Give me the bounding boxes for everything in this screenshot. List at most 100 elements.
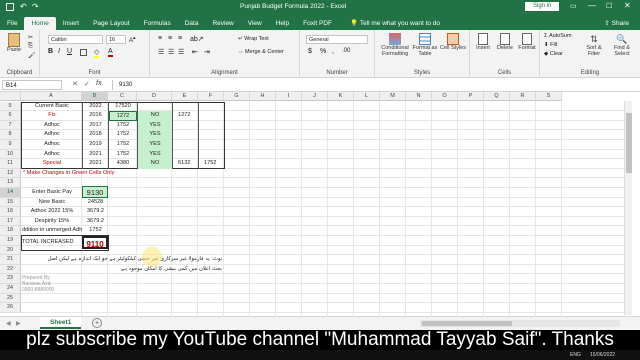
- cell-a11[interactable]: Special: [22, 159, 82, 169]
- conditional-formatting-button[interactable]: Conditional Formatting: [379, 33, 411, 57]
- cell-b7[interactable]: 2017: [83, 121, 108, 131]
- align-middle-icon[interactable]: ≡: [168, 35, 172, 42]
- cell-a17[interactable]: Despirity 15%: [22, 217, 82, 227]
- format-cells-button[interactable]: Format: [516, 33, 538, 51]
- horizontal-scrollbar[interactable]: [420, 320, 620, 327]
- cell-b17[interactable]: 3679.2: [83, 217, 108, 227]
- column-header-f[interactable]: F: [198, 92, 224, 101]
- tab-insert[interactable]: Insert: [56, 17, 86, 30]
- column-header-l[interactable]: L: [354, 92, 380, 101]
- font-color-icon[interactable]: A: [108, 48, 113, 57]
- row-header-12[interactable]: 12: [0, 168, 21, 179]
- comma-icon[interactable]: ,: [332, 48, 334, 55]
- cell-styles-button[interactable]: Cell Styles: [439, 33, 467, 51]
- cell-b15[interactable]: 24528: [83, 198, 108, 208]
- row-header-14[interactable]: 14: [0, 188, 21, 198]
- row-header-22[interactable]: 22: [0, 264, 21, 275]
- tab-formulas[interactable]: Formulas: [137, 17, 178, 30]
- row-header-25[interactable]: 25: [0, 293, 21, 304]
- column-header-o[interactable]: O: [432, 92, 458, 101]
- row-header-18[interactable]: 18: [0, 226, 21, 236]
- tab-foxit-pdf[interactable]: Foxit PDF: [296, 17, 339, 30]
- share-button[interactable]: ⇧ Share: [597, 17, 636, 30]
- cell-d11[interactable]: NO: [138, 159, 172, 169]
- column-header-m[interactable]: M: [380, 92, 406, 101]
- name-box[interactable]: B14: [2, 80, 62, 90]
- cell-b6[interactable]: 2016: [83, 111, 108, 121]
- clear-button[interactable]: ◆ Clear: [544, 51, 563, 57]
- minimize-icon[interactable]: —: [588, 1, 596, 10]
- cell-c8[interactable]: 1752: [109, 130, 137, 140]
- tab-data[interactable]: Data: [178, 17, 206, 30]
- row-header-21[interactable]: 21: [0, 255, 21, 265]
- row-header-13[interactable]: 13: [0, 178, 21, 188]
- cell-a5[interactable]: Current Basic: [22, 102, 82, 112]
- column-header-b[interactable]: B: [82, 92, 108, 101]
- row-header-15[interactable]: 15: [0, 197, 21, 208]
- column-header-h[interactable]: H: [250, 92, 276, 101]
- copy-icon[interactable]: ⎘: [28, 43, 33, 50]
- column-header-g[interactable]: G: [224, 92, 250, 101]
- cell-a12[interactable]: * Make Changes in Green Cells Only: [23, 169, 114, 179]
- tab-help[interactable]: Help: [269, 17, 296, 30]
- insert-function-icon[interactable]: fx: [96, 80, 101, 87]
- worksheet-grid[interactable]: ABCDEFGHIJKLMNOPQRS 5 6 7 8 9 10 11 12 13 14 15 16 1…: [0, 92, 632, 316]
- cell-e11[interactable]: 6132: [178, 159, 198, 169]
- signin-button[interactable]: Sign in: [525, 2, 560, 11]
- insert-cells-button[interactable]: Insert: [472, 33, 494, 51]
- maximize-icon[interactable]: ☐: [606, 2, 612, 10]
- undo-icon[interactable]: ↶: [20, 2, 27, 11]
- currency-icon[interactable]: $: [308, 48, 312, 55]
- ribbon-options-icon[interactable]: ▭: [570, 2, 577, 10]
- cell-b10[interactable]: 2021: [83, 150, 108, 160]
- column-header-r[interactable]: R: [510, 92, 536, 101]
- cell-a8[interactable]: Adhoc: [22, 130, 82, 140]
- cell-c7[interactable]: 1752: [109, 121, 137, 131]
- column-header-i[interactable]: I: [276, 92, 302, 101]
- row-header-20[interactable]: 20: [0, 245, 21, 256]
- align-right-icon[interactable]: ☰: [178, 48, 184, 56]
- grow-font-icon[interactable]: A▴: [129, 35, 136, 44]
- save-icon[interactable]: [6, 3, 14, 11]
- vertical-scroll-thumb[interactable]: [626, 113, 632, 173]
- row-header-8[interactable]: 8: [0, 130, 21, 140]
- cell-a23[interactable]: بجٹ اعلان میں کمی بیشی کا امکان موجود ہے: [22, 265, 222, 275]
- cell-b16[interactable]: 3679.2: [83, 207, 108, 217]
- redo-icon[interactable]: ↷: [32, 2, 39, 11]
- row-header-23[interactable]: 23: [0, 274, 21, 284]
- merge-center-button[interactable]: ⇔ Merge & Center: [238, 49, 284, 55]
- row-header-19[interactable]: 19: [0, 236, 21, 246]
- tab-home[interactable]: Home: [24, 17, 56, 30]
- column-header-n[interactable]: N: [406, 92, 432, 101]
- cell-a14[interactable]: Enter Basic Pay: [22, 188, 82, 198]
- cell-c6[interactable]: 1272: [109, 111, 137, 121]
- wrap-text-button[interactable]: ↵ Wrap Text: [238, 36, 269, 42]
- align-center-icon[interactable]: ☰: [168, 48, 174, 56]
- column-header-e[interactable]: E: [172, 92, 198, 101]
- cell-c9[interactable]: 1752: [109, 140, 137, 150]
- format-painter-icon[interactable]: 🖌: [28, 52, 36, 59]
- increase-indent-icon[interactable]: ⇥: [204, 48, 210, 56]
- column-header-a[interactable]: A: [21, 92, 82, 101]
- cell-d7[interactable]: YES: [138, 120, 172, 131]
- tab-file[interactable]: File: [0, 17, 24, 30]
- close-icon[interactable]: ✕: [624, 1, 631, 10]
- row-header-11[interactable]: 11: [0, 159, 21, 169]
- row-header-17[interactable]: 17: [0, 216, 21, 227]
- row-header-10[interactable]: 10: [0, 149, 21, 160]
- cell-c10[interactable]: 1752: [109, 150, 137, 160]
- percent-icon[interactable]: %: [320, 48, 326, 55]
- cell-a10[interactable]: Adhoc: [22, 150, 82, 160]
- vertical-scrollbar[interactable]: [624, 101, 632, 315]
- row-header-7[interactable]: 7: [0, 120, 21, 131]
- number-format-select[interactable]: General: [306, 35, 368, 44]
- row-header-26[interactable]: 26: [0, 303, 21, 313]
- column-header-c[interactable]: C: [108, 92, 137, 101]
- cell-d10[interactable]: YES: [138, 149, 172, 160]
- cell-a16[interactable]: Adhoc 2022 15%: [22, 207, 82, 217]
- row-header-24[interactable]: 24: [0, 284, 21, 294]
- cell-b8[interactable]: 2018: [83, 130, 108, 140]
- cell-b5[interactable]: 2022: [83, 102, 108, 112]
- cell-b14[interactable]: 9130: [82, 186, 108, 198]
- italic-icon[interactable]: I: [58, 48, 60, 55]
